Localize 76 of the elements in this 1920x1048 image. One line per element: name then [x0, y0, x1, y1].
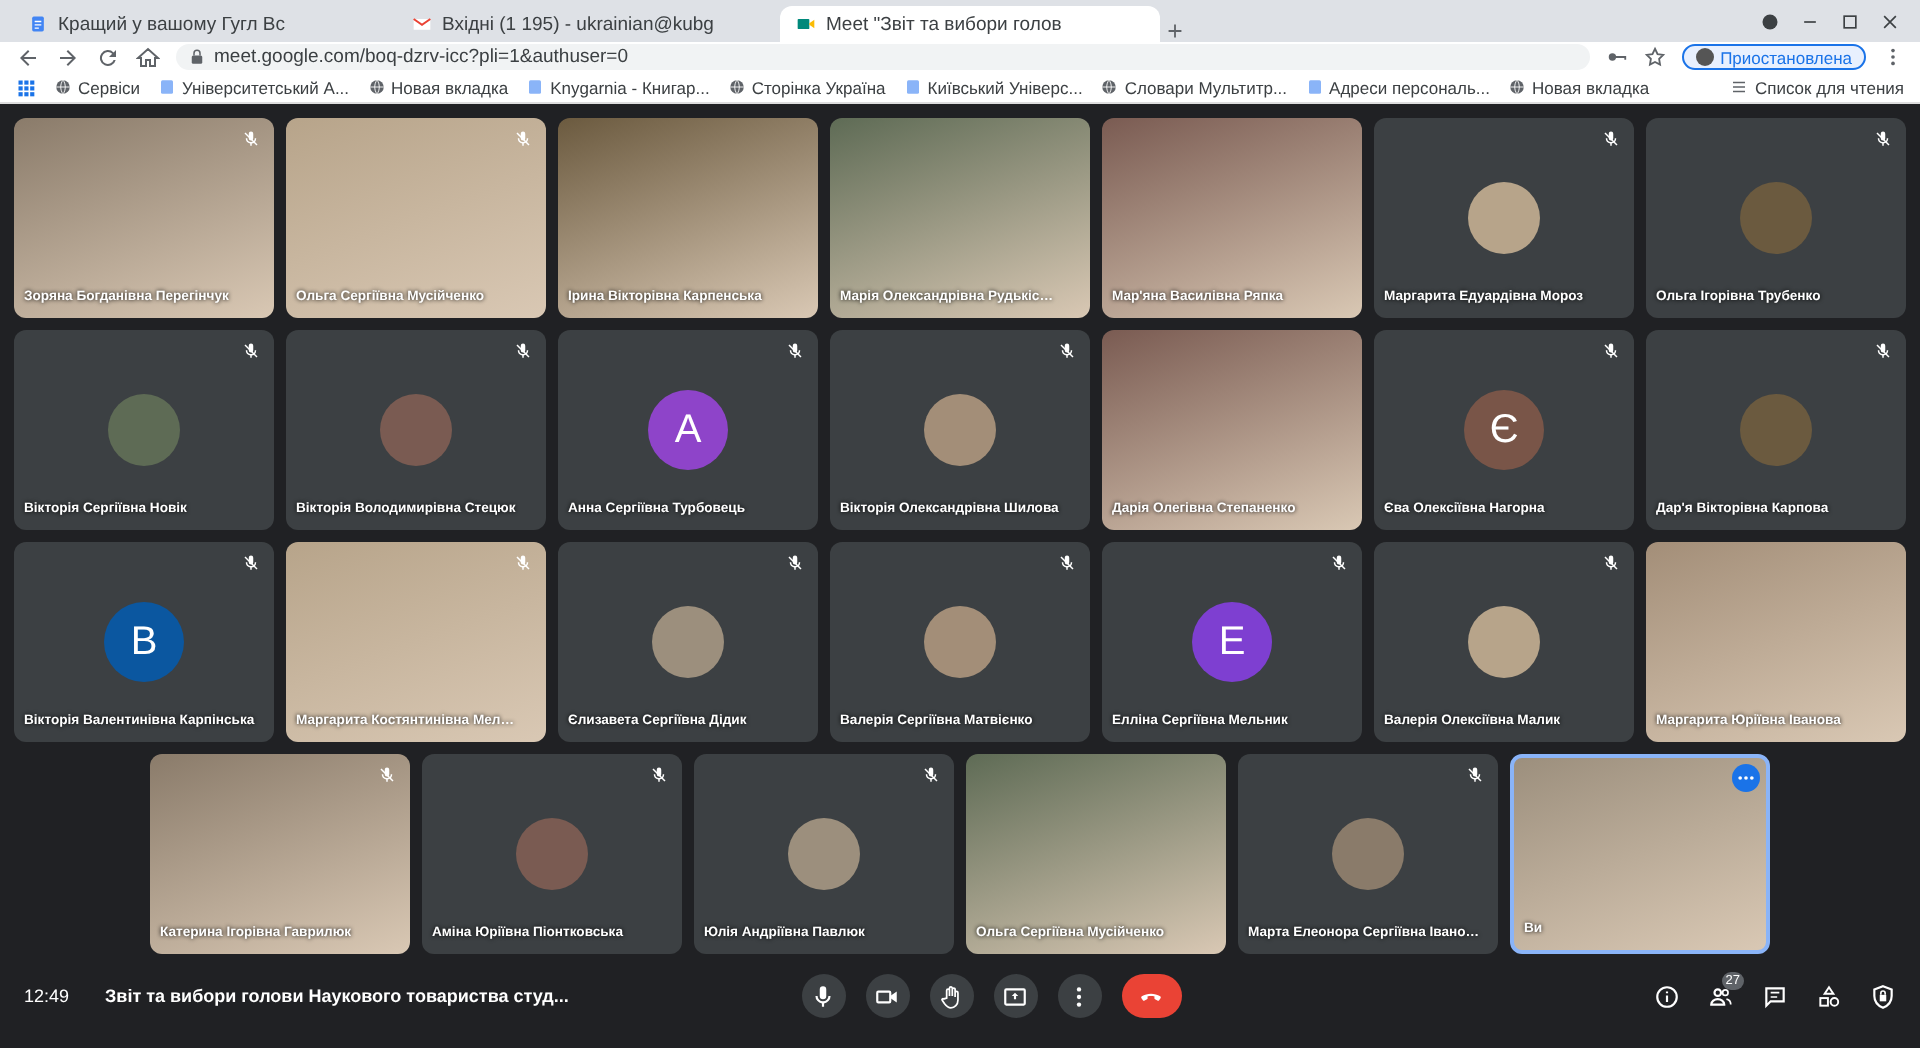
info-icon	[1654, 983, 1680, 1009]
avatar-photo-placeholder	[1740, 182, 1812, 254]
hand-icon	[938, 983, 965, 1009]
bookmark[interactable]: Словари Мультитр...	[1100, 77, 1288, 97]
raise-hand-button[interactable]	[929, 974, 974, 1018]
bookmark[interactable]: Новая вкладка	[367, 77, 509, 97]
avatar-photo-placeholder	[924, 394, 996, 466]
avatar-photo-placeholder	[652, 606, 724, 678]
browser-tab[interactable]: Meet "Звіт та вибори голов	[780, 6, 1160, 42]
address-bar[interactable]: meet.google.com/boq-dzrv-icc?pli=1&authuser=0	[176, 44, 1591, 70]
chat-icon	[1762, 983, 1788, 1009]
more-options-button[interactable]	[1057, 974, 1102, 1018]
bookmark[interactable]: Knygarnia - Книгар...	[526, 77, 710, 97]
shield-lock-icon	[1870, 983, 1896, 1009]
forward-arrow-icon[interactable]	[56, 45, 80, 69]
bookmark[interactable]: Університетський А...	[158, 77, 350, 97]
avatar-photo-placeholder	[108, 394, 180, 466]
meeting-title: Звіт та вибори голови Наукового товариства студ...	[105, 986, 571, 1006]
camera-button[interactable]	[865, 974, 910, 1018]
chat-button[interactable]	[1762, 983, 1788, 1009]
page-icon	[367, 78, 386, 96]
home-icon[interactable]	[136, 45, 160, 69]
profile-button[interactable]: Приостановлена	[1682, 44, 1866, 70]
avatar-photo-placeholder	[1468, 182, 1540, 254]
list-icon	[1730, 78, 1749, 96]
letter-avatar: E	[1192, 602, 1272, 682]
shapes-icon	[1816, 983, 1842, 1009]
document-icon	[28, 14, 48, 34]
mail-icon	[412, 14, 432, 34]
lock-icon	[188, 48, 206, 66]
avatar-photo-placeholder	[924, 606, 996, 678]
avatar-photo-placeholder	[788, 818, 860, 890]
page-icon	[54, 78, 72, 96]
info-button[interactable]	[1654, 983, 1680, 1009]
bookmark[interactable]: Сторінка Україна	[727, 77, 886, 97]
avatar-photo-placeholder	[380, 394, 452, 466]
host-controls-button[interactable]	[1870, 983, 1896, 1009]
people-icon	[1708, 983, 1734, 1009]
present-screen-icon	[1002, 983, 1029, 1009]
close-icon[interactable]	[1880, 11, 1900, 31]
browser-tab[interactable]: Кращий у вашому Гугл Вс	[12, 6, 392, 42]
clock-time: 12:49	[24, 986, 70, 1006]
bookmark[interactable]: Київський Універс...	[903, 77, 1083, 97]
star-icon[interactable]	[1644, 46, 1667, 68]
video-camera-icon	[796, 14, 816, 34]
page-icon	[1508, 78, 1526, 96]
microphone-button[interactable]	[801, 974, 846, 1018]
letter-avatar: A	[648, 390, 728, 470]
page-icon	[1100, 78, 1119, 96]
url-text: meet.google.com/boq-dzrv-icc?pli=1&authuser=0	[214, 46, 629, 68]
profile-icon[interactable]	[1760, 11, 1780, 31]
avatar-photo-placeholder	[1740, 394, 1812, 466]
page-icon	[158, 78, 176, 96]
reload-icon[interactable]	[96, 45, 120, 69]
leave-call-button[interactable]	[1121, 974, 1182, 1018]
reading-list-button[interactable]: Список для чтения	[1730, 77, 1904, 97]
apps-grid-icon[interactable]	[16, 77, 36, 97]
letter-avatar: Є	[1464, 390, 1544, 470]
page-icon	[1305, 78, 1324, 96]
avatar-photo-placeholder	[1332, 818, 1404, 890]
people-button[interactable]	[1708, 983, 1734, 1009]
restore-icon[interactable]	[1840, 11, 1860, 31]
browser-tab[interactable]: Вхідні (1 195) - ukrainian@kubg	[396, 6, 776, 42]
bookmark[interactable]: Адреси персональ...	[1305, 77, 1490, 97]
page-icon	[526, 78, 545, 96]
letter-avatar: В	[104, 602, 184, 682]
bookmark[interactable]: Сервіси	[54, 77, 140, 97]
back-arrow-icon[interactable]	[16, 45, 40, 69]
bookmark[interactable]: Новая вкладка	[1508, 77, 1650, 97]
avatar-photo-placeholder	[1468, 606, 1540, 678]
avatar-photo-placeholder	[516, 818, 588, 890]
page-icon	[903, 78, 922, 96]
page-icon	[727, 78, 746, 96]
plus-icon[interactable]	[1164, 20, 1186, 42]
activities-button[interactable]	[1816, 983, 1842, 1009]
present-button[interactable]	[993, 974, 1038, 1018]
